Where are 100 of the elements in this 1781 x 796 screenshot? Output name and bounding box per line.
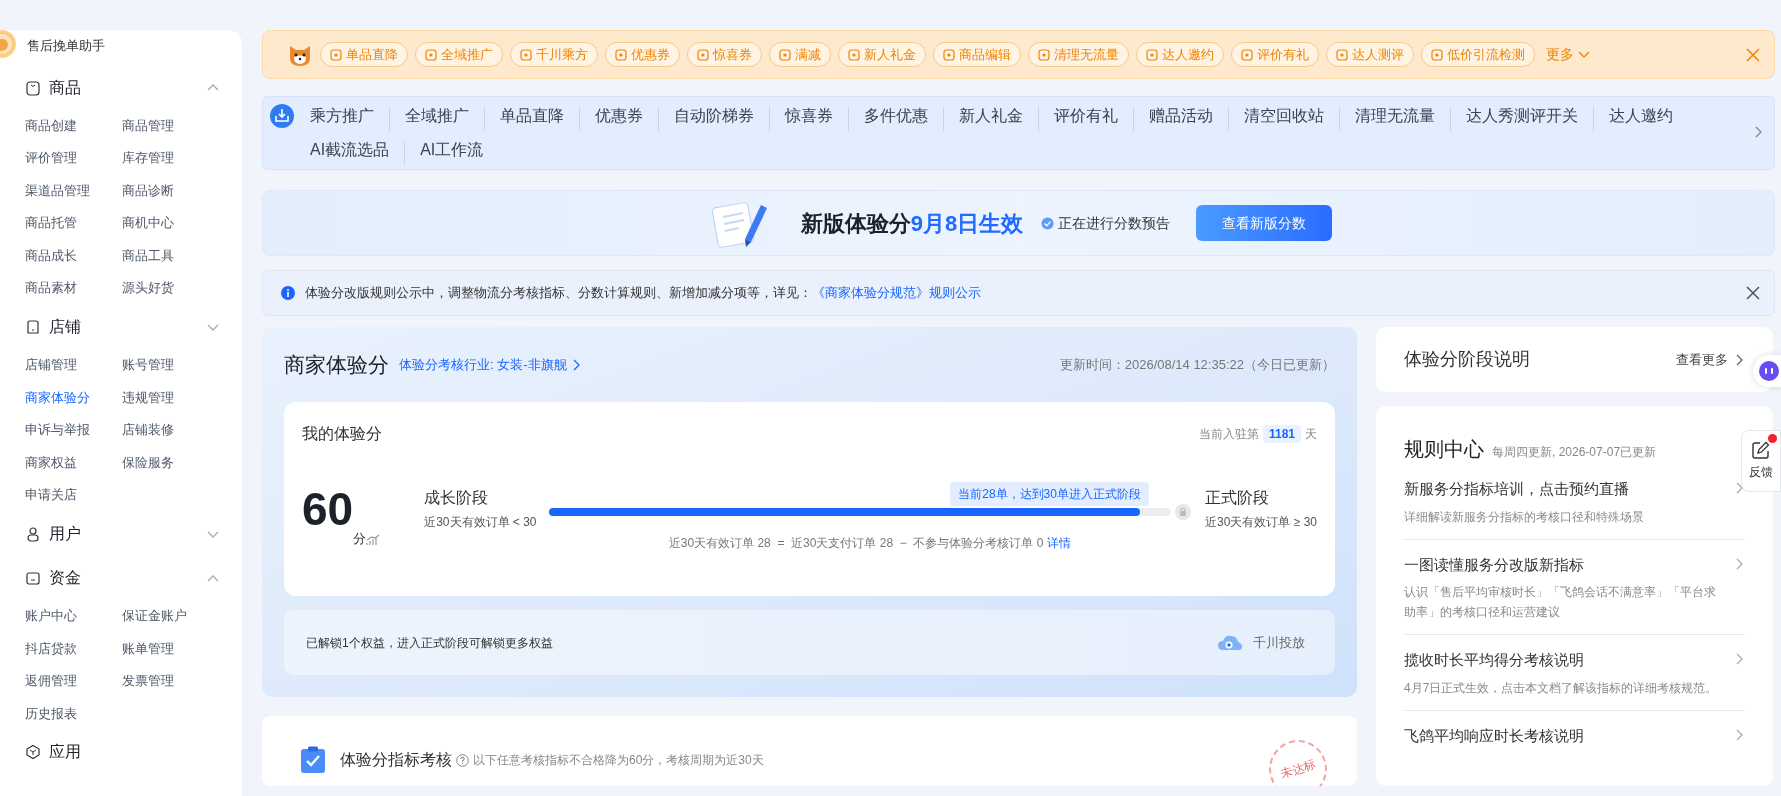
trend-icon [366,534,381,546]
menu-item[interactable]: 商品管理 [122,109,222,143]
menu-item[interactable]: 商品诊断 [122,174,222,208]
menu-item[interactable]: 店铺装修 [122,414,222,447]
status-text: 正在进行分数预告 [1058,213,1171,233]
article-title: 一图读懂服务分改版新指标 [1404,554,1585,575]
card-title: 体验分阶段说明 [1404,348,1530,371]
article-title: 新服务分指标培训，点击预约直播 [1404,479,1630,499]
square-icon [697,48,709,61]
menu-item[interactable]: 商机中心 [122,207,222,240]
menu-item[interactable]: 商家体验分 [25,381,122,415]
nav-link[interactable]: 多件优惠 [848,107,943,131]
update-note: 每周四更新, 2026-07-07已更新 [1492,444,1657,461]
benefits-text: 已解锁1个权益，进入正式阶段可解锁更多权益 [306,634,553,652]
nav-link[interactable]: 达人邀约 [1593,107,1688,131]
menu-item[interactable]: 申诉与举报 [25,414,122,447]
menu-group-header[interactable]: 应用 [25,730,242,775]
nav-link[interactable]: AI截流选品 [295,141,405,165]
nav-link[interactable]: 惊喜券 [769,107,848,131]
nav-link[interactable]: 自动阶梯券 [658,107,769,131]
close-icon[interactable] [1746,286,1760,300]
menu-item[interactable]: 评价管理 [25,142,122,175]
menu-item[interactable]: 库存管理 [122,142,222,175]
square-icon [520,48,532,61]
section-title: 体验分指标考核 [340,750,452,770]
article-description: 4月7日正式生效，点击本文档了解该指标的详细考核规范。 [1404,679,1718,697]
days-label: 当前入驻第 [1198,426,1259,443]
channel-label: 千川投放 [1253,633,1305,652]
assistant-button[interactable] [1753,355,1781,387]
nav-link[interactable]: 优惠券 [579,107,658,131]
menu-item[interactable]: 历史报表 [25,697,122,731]
nav-link[interactable]: 赠品活动 [1133,107,1228,131]
nav-link[interactable]: 全域推广 [389,107,484,131]
menu-item[interactable]: 抖店贷款 [25,632,122,666]
progress-tooltip: 当前28单，达到30单进入正式阶段 [950,482,1149,506]
menu-item[interactable]: 账户中心 [25,600,122,633]
days-count: 1181 [1262,425,1301,443]
check-circle-icon [1041,216,1055,230]
menu-item[interactable]: 渠道品管理 [25,174,122,208]
help-icon[interactable] [456,753,469,767]
menu-item[interactable]: 发票管理 [122,665,222,698]
menu-item[interactable]: 违规管理 [122,381,222,415]
menu-item[interactable]: 商家权益 [25,446,122,480]
menu-item[interactable]: 账号管理 [122,349,222,382]
menu-group-header[interactable]: 资金 [25,556,242,601]
nav-link[interactable]: 乘方推广 [295,107,389,131]
article-item[interactable]: 揽收时长平均得分考核说明 4月7日正式生效，点击本文档了解该指标的详细考核规范。 [1404,635,1745,711]
rules-link[interactable]: 《商家体验分规范》规则公示 [812,285,981,301]
menu-item[interactable]: 商品托管 [25,207,122,240]
menu-item[interactable]: 保证金账户 [122,600,222,633]
article-item[interactable]: 飞鸽平均响应时长考核说明 [1404,710,1745,759]
menu-group-header[interactable]: 用户 [25,512,242,557]
details-link[interactable]: 详情 [1046,536,1071,550]
menu-item[interactable]: 商品成长 [25,239,122,273]
menu-group-header[interactable]: 商品 [25,65,242,110]
store-icon [25,319,41,336]
nav-link[interactable]: 新人礼金 [943,107,1038,131]
section-hint: 以下任意考核指标不合格降为60分，考核周期为近30天 [473,752,764,769]
chevron-right-icon[interactable] [1753,126,1764,138]
square-icon [779,48,791,61]
menu-item[interactable]: 商品创建 [25,109,122,143]
square-icon [615,48,627,61]
menu-item[interactable]: 店铺管理 [25,349,122,382]
square-icon [425,48,437,61]
menu-item[interactable]: 保险服务 [122,446,222,480]
feedback-button[interactable]: 反馈 [1741,430,1781,492]
robot-face-icon [1759,361,1779,381]
nav-link[interactable]: 评价有礼 [1038,107,1133,131]
info-icon [281,286,295,300]
stage-condition: 近30天有效订单 < 30 [424,514,537,531]
square-icon [848,48,860,61]
nav-link[interactable]: 清理无流量 [1339,107,1450,131]
menu-group-header[interactable]: 店铺 [25,305,242,350]
chevron-right-icon [1734,653,1745,665]
download-box-icon [269,103,295,129]
nav-link[interactable]: 达人秀测评开关 [1450,107,1593,131]
chevron-down-icon [1577,49,1591,60]
menu-item[interactable]: 商品素材 [25,272,122,306]
days-unit: 天 [1305,426,1317,443]
nav-link[interactable]: AI工作流 [404,141,499,165]
square-icon [1146,48,1158,61]
view-score-button[interactable]: 查看新版分数 [1196,205,1333,241]
chevron-right-icon [1734,728,1745,741]
article-item[interactable]: 一图读懂服务分改版新指标 认识「售后平均审核时长」「飞鸽会话不满意率」「平台求助率」的考核口径和运营建议 [1404,539,1745,635]
nav-link[interactable]: 单品直降 [484,107,579,131]
nav-link[interactable]: 清空回收站 [1228,107,1339,131]
menu-item[interactable]: 账单管理 [122,632,222,666]
square-icon [1038,48,1050,61]
view-more-link[interactable]: 查看更多 [1676,349,1745,370]
menu-item[interactable]: 申请关店 [25,479,122,513]
square-icon [1336,48,1348,61]
industry-link[interactable]: 体验分考核行业: 女装-非旗舰 [399,354,582,375]
helper-link[interactable]: 售后挽单助手 [25,34,242,66]
menu-item[interactable]: 商品工具 [122,239,222,273]
menu-item[interactable]: 返佣管理 [25,665,122,698]
cube-icon [25,744,41,761]
menu-item[interactable]: 源头好货 [122,272,222,306]
card-title: 规则中心 [1404,437,1484,462]
panel-title: 商家体验分 [284,351,389,378]
user-icon [25,526,41,543]
